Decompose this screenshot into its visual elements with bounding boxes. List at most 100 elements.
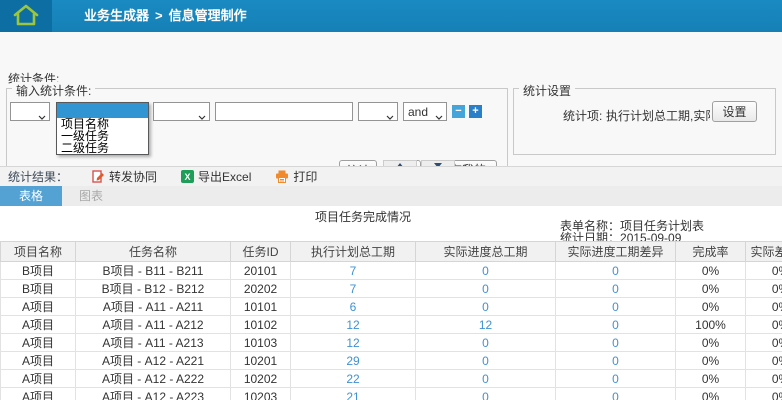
table-cell: 0% <box>676 388 746 400</box>
field-select-open[interactable]: 项目名称一级任务二级任务 <box>56 102 149 155</box>
table-cell: B项目 <box>1 262 76 280</box>
results-table-container: 项目名称任务名称任务ID执行计划总工期实际进度总工期实际进度工期差异完成率实际差… <box>0 241 782 400</box>
forward-collaboration-button[interactable]: 转发协同 <box>92 168 157 185</box>
export-excel-button[interactable]: X 导出Excel <box>181 168 251 185</box>
table-cell: 10103 <box>231 334 291 352</box>
table-cell: A项目 - A12 - A221 <box>76 352 231 370</box>
results-toolbar: 统计结果： 转发协同 X 导出Excel 打印 <box>0 166 782 186</box>
dropdown-option-selected[interactable] <box>57 103 148 118</box>
table-cell-link[interactable]: 29 <box>291 352 416 370</box>
table-cell-link[interactable]: 0 <box>416 334 556 352</box>
input-condition-legend: 输入统计条件: <box>12 82 95 99</box>
results-table-body: B项目B项目 - B11 - B211201017000%0%B项目B项目 - … <box>1 262 782 400</box>
column-header: 任务ID <box>231 242 291 262</box>
table-cell: A项目 <box>1 388 76 400</box>
field-dropdown-list: 项目名称一级任务二级任务 <box>57 118 148 154</box>
table-cell: A项目 - A11 - A213 <box>76 334 231 352</box>
table-cell-link[interactable]: 0 <box>416 280 556 298</box>
table-cell: 10201 <box>231 352 291 370</box>
statistics-settings-legend: 统计设置 <box>519 82 575 99</box>
table-cell-link[interactable]: 0 <box>556 262 676 280</box>
column-header: 项目名称 <box>1 242 76 262</box>
table-cell: 0% <box>746 316 782 334</box>
table-cell-link[interactable]: 6 <box>291 298 416 316</box>
condition-group-select[interactable] <box>10 102 50 121</box>
table-cell-link[interactable]: 12 <box>291 334 416 352</box>
breadcrumb: 业务生成器 > 信息管理制作 <box>84 0 253 32</box>
table-cell-link[interactable]: 12 <box>291 316 416 334</box>
column-header: 实际进度工期差异 <box>556 242 676 262</box>
table-cell: A项目 - A12 - A222 <box>76 370 231 388</box>
table-cell: 0% <box>676 262 746 280</box>
table-cell-link[interactable]: 12 <box>416 316 556 334</box>
table-cell: A项目 <box>1 316 76 334</box>
table-cell-link[interactable]: 0 <box>416 298 556 316</box>
top-bar: 业务生成器 > 信息管理制作 <box>0 0 782 32</box>
table-cell-link[interactable]: 0 <box>416 352 556 370</box>
breadcrumb-current: 信息管理制作 <box>169 8 247 23</box>
table-cell: 0% <box>676 352 746 370</box>
chevron-down-icon <box>38 109 46 114</box>
table-cell: A项目 <box>1 370 76 388</box>
operator-select[interactable] <box>153 102 210 121</box>
table-row: A项目A项目 - A11 - A211101016000%0% <box>1 298 782 316</box>
column-header: 完成率 <box>676 242 746 262</box>
results-label: 统计结果： <box>8 168 68 185</box>
excel-icon: X <box>181 170 194 183</box>
table-cell-link[interactable]: 0 <box>556 298 676 316</box>
table-row: A项目A项目 - A12 - A2231020321000%0% <box>1 388 782 400</box>
condition-value-input[interactable] <box>215 102 353 121</box>
table-row: A项目A项目 - A11 - A2121010212120100%0% <box>1 316 782 334</box>
table-cell: 20202 <box>231 280 291 298</box>
column-header: 实际差异率 <box>746 242 782 262</box>
table-row: A项目A项目 - A12 - A2211020129000%0% <box>1 352 782 370</box>
breadcrumb-separator: > <box>155 8 163 23</box>
table-cell: B项目 - B12 - B212 <box>76 280 231 298</box>
table-cell-link[interactable]: 0 <box>416 262 556 280</box>
table-cell: A项目 <box>1 298 76 316</box>
table-cell-link[interactable]: 0 <box>416 388 556 400</box>
table-cell: 10202 <box>231 370 291 388</box>
table-cell-link[interactable]: 0 <box>556 388 676 400</box>
svg-text:X: X <box>185 172 191 182</box>
table-cell-link[interactable]: 22 <box>291 370 416 388</box>
logic-operator-select[interactable]: and <box>403 102 447 121</box>
table-cell: 0% <box>746 370 782 388</box>
table-cell: A项目 - A12 - A223 <box>76 388 231 400</box>
table-cell: 0% <box>746 352 782 370</box>
unit-select[interactable] <box>358 102 398 121</box>
table-cell: 0% <box>676 370 746 388</box>
tab-chart[interactable]: 图表 <box>62 186 120 206</box>
table-cell: 0% <box>676 298 746 316</box>
breadcrumb-root[interactable]: 业务生成器 <box>84 8 149 23</box>
table-cell: A项目 - A11 - A212 <box>76 316 231 334</box>
table-cell-link[interactable]: 21 <box>291 388 416 400</box>
table-cell: 10203 <box>231 388 291 400</box>
table-cell-link[interactable]: 0 <box>556 316 676 334</box>
table-cell-link[interactable]: 7 <box>291 280 416 298</box>
table-row: A项目A项目 - A11 - A2131010312000%0% <box>1 334 782 352</box>
table-cell: 0% <box>746 388 782 400</box>
forward-doc-icon <box>92 170 105 183</box>
table-cell: A项目 <box>1 352 76 370</box>
table-cell-link[interactable]: 0 <box>416 370 556 388</box>
table-cell-link[interactable]: 7 <box>291 262 416 280</box>
tab-table[interactable]: 表格 <box>0 186 62 206</box>
table-cell: 0% <box>746 334 782 352</box>
table-cell-link[interactable]: 0 <box>556 370 676 388</box>
print-button[interactable]: 打印 <box>275 168 317 185</box>
results-table-header-row: 项目名称任务名称任务ID执行计划总工期实际进度总工期实际进度工期差异完成率实际差… <box>1 242 782 262</box>
add-condition-button[interactable]: + <box>469 105 482 118</box>
table-cell-link[interactable]: 0 <box>556 280 676 298</box>
dropdown-option[interactable]: 二级任务 <box>57 142 148 154</box>
table-cell-link[interactable]: 0 <box>556 352 676 370</box>
logo[interactable] <box>0 0 52 32</box>
table-cell: 0% <box>676 280 746 298</box>
chevron-down-icon <box>386 109 394 114</box>
column-header: 执行计划总工期 <box>291 242 416 262</box>
statistics-item-label: 统计项: <box>563 107 602 124</box>
table-row: A项目A项目 - A12 - A2221020222000%0% <box>1 370 782 388</box>
remove-condition-button[interactable]: − <box>452 105 465 118</box>
table-cell-link[interactable]: 0 <box>556 334 676 352</box>
set-button[interactable]: 设置 <box>712 101 757 122</box>
